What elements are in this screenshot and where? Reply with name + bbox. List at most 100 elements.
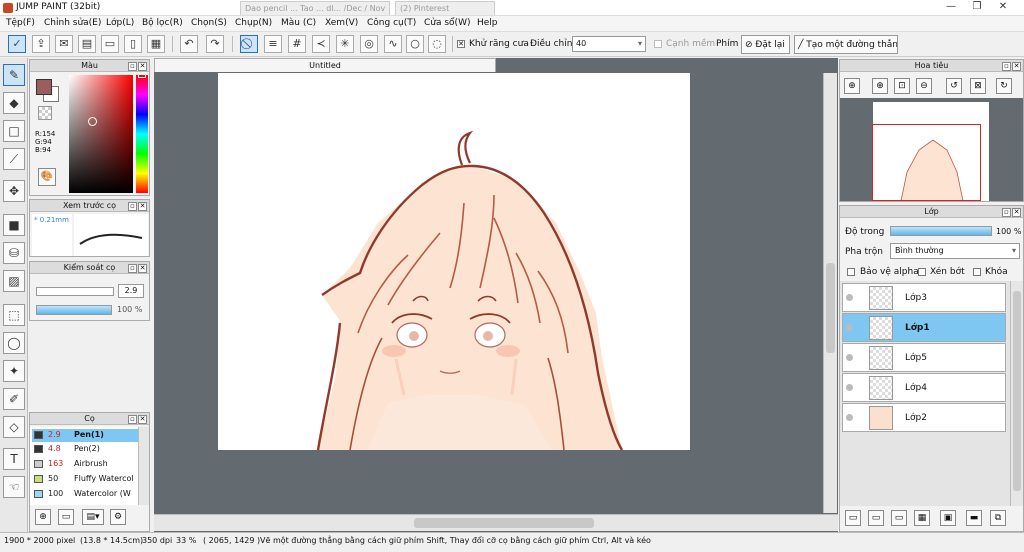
panel-float-icon[interactable]: ▫ — [128, 264, 137, 273]
soft-edge-checkbox[interactable] — [654, 39, 662, 49]
lasso-tool-icon[interactable]: ◯ — [3, 332, 25, 354]
panel-float-icon[interactable]: ▫ — [128, 415, 137, 424]
new-folder-icon[interactable]: ▬ — [966, 510, 982, 526]
menu-capture[interactable]: Chụp(N) — [235, 18, 272, 28]
panel-float-icon[interactable]: ▫ — [1002, 62, 1011, 71]
visibility-icon[interactable] — [846, 354, 853, 361]
move-tool-icon[interactable]: ✥ — [3, 180, 25, 202]
reset-button[interactable]: ⊘ Đặt lại — [741, 35, 790, 54]
layer-opacity-slider[interactable] — [890, 226, 992, 236]
line-tool-icon[interactable]: ⟋ — [3, 148, 25, 170]
ruler-off-icon[interactable]: ⃠ — [240, 35, 258, 53]
hand-tool-icon[interactable]: ☜ — [3, 476, 25, 498]
close-button[interactable]: ✕ — [992, 0, 1014, 14]
menu-tools[interactable]: Công cụ(T) — [367, 18, 416, 28]
maximize-button[interactable]: ❐ — [966, 0, 988, 14]
bucket-tool-icon[interactable]: ⛁ — [3, 242, 25, 264]
drawing-canvas[interactable] — [218, 73, 690, 450]
panel-close-icon[interactable]: ✕ — [138, 415, 147, 424]
canvas-horizontal-scrollbar[interactable] — [154, 514, 838, 531]
antialias-checkbox[interactable]: ✕ — [457, 39, 465, 49]
brush-list-scrollbar[interactable] — [138, 427, 149, 505]
menu-view[interactable]: Xem(V) — [325, 18, 358, 28]
new-halftone-layer-icon[interactable]: ▦ — [914, 510, 930, 526]
fill-rect-tool-icon[interactable]: ■ — [3, 214, 25, 236]
brush-size-slider[interactable] — [36, 287, 114, 296]
grid-ruler-icon[interactable]: # — [288, 35, 306, 53]
canvas-vertical-scroll-thumb[interactable] — [826, 263, 835, 353]
select-eraser-tool-icon[interactable]: ◇ — [3, 416, 25, 438]
message-icon[interactable]: ▤ — [78, 35, 96, 53]
zoom-fit-icon[interactable]: ⊕ — [844, 78, 860, 94]
layer-delete-icon[interactable]: ▣ — [940, 510, 956, 526]
visibility-icon[interactable] — [846, 294, 853, 301]
new-brush-icon[interactable]: ▭ — [58, 509, 74, 525]
brush-tool-icon[interactable]: ✎ — [3, 64, 25, 86]
transparent-color-swatch[interactable] — [38, 106, 52, 120]
saturation-value-picker[interactable] — [69, 75, 133, 193]
zoom-out-icon[interactable]: ⊖ — [916, 78, 932, 94]
canvas-vertical-scrollbar[interactable] — [823, 73, 837, 513]
ellipse-ruler-icon[interactable]: ○ — [406, 35, 424, 53]
gradient-tool-icon[interactable]: ▨ — [3, 270, 25, 292]
panel-close-icon[interactable]: ✕ — [1012, 62, 1021, 71]
grid-icon[interactable]: ▦ — [147, 35, 165, 53]
rotate-right-icon[interactable]: ↻ — [996, 78, 1012, 94]
panel-close-icon[interactable]: ✕ — [138, 62, 147, 71]
layer-row[interactable]: Lớp2 — [842, 403, 1006, 432]
circle-ruler-icon[interactable]: ◌ — [428, 35, 446, 53]
layer-row[interactable]: Lớp3 — [842, 283, 1006, 312]
adjust-select[interactable]: 40 ▾ — [572, 36, 646, 52]
hue-slider[interactable] — [136, 75, 148, 193]
minimize-button[interactable]: — — [940, 0, 962, 14]
lock-checkbox[interactable] — [973, 267, 981, 277]
rect-select-tool-icon[interactable]: ⬚ — [3, 304, 25, 326]
menu-select[interactable]: Chọn(S) — [191, 18, 227, 28]
layer-row[interactable]: Lớp1 — [842, 313, 1006, 342]
pen-mode-icon[interactable]: ✓ — [8, 35, 26, 53]
brush-item[interactable]: 2.9 Pen(1) — [32, 429, 138, 442]
navigator-preview[interactable] — [840, 98, 1023, 202]
visibility-icon[interactable] — [846, 414, 853, 421]
menu-file[interactable]: Tệp(F) — [6, 18, 35, 28]
brush-item[interactable]: 50 Fluffy Watercol — [32, 473, 138, 486]
panel-close-icon[interactable]: ✕ — [138, 264, 147, 273]
redo-icon[interactable]: ↷ — [206, 35, 224, 53]
hue-slider-handle[interactable] — [138, 74, 146, 78]
layer-row[interactable]: Lớp5 — [842, 343, 1006, 372]
panel-close-icon[interactable]: ✕ — [1012, 208, 1021, 217]
export-icon[interactable]: ⇪ — [32, 35, 50, 53]
brush-size-value[interactable]: 2.9 — [118, 284, 144, 298]
visibility-icon[interactable] — [846, 384, 853, 391]
actual-size-icon[interactable]: ⊡ — [894, 78, 910, 94]
visibility-icon[interactable] — [846, 324, 853, 331]
copy-layer-icon[interactable]: ⧉ — [990, 510, 1006, 526]
menu-edit[interactable]: Chỉnh sửa(E) — [44, 18, 101, 28]
panel-close-icon[interactable]: ✕ — [138, 202, 147, 211]
undo-icon[interactable]: ↶ — [180, 35, 198, 53]
blend-mode-select[interactable]: Bình thường ▾ — [890, 243, 1020, 259]
clip-checkbox[interactable] — [918, 267, 926, 277]
rectangle-tool-icon[interactable]: □ — [3, 120, 25, 142]
canvas-horizontal-scroll-thumb[interactable] — [414, 518, 594, 528]
brush-item[interactable]: 100 Watercolor (W — [32, 488, 138, 501]
curve-ruler-icon[interactable]: ∿ — [384, 35, 402, 53]
brush-settings-icon[interactable]: ⚙ — [110, 509, 126, 525]
panel-float-icon[interactable]: ▫ — [128, 202, 137, 211]
layer-list-scroll-thumb[interactable] — [1013, 291, 1021, 491]
straight-line-button[interactable]: ╱ Tạo một đường thẳng — [794, 35, 898, 54]
menu-window[interactable]: Cửa sổ(W) — [424, 18, 470, 28]
brush-add-icon[interactable]: ⊕ — [35, 509, 51, 525]
protect-alpha-checkbox[interactable] — [847, 267, 855, 277]
concentric-ruler-icon[interactable]: ◎ — [360, 35, 378, 53]
color-picker-cursor[interactable] — [88, 117, 97, 126]
comment-icon[interactable]: ✉ — [55, 35, 73, 53]
panel-float-icon[interactable]: ▫ — [128, 62, 137, 71]
navigator-viewport[interactable] — [872, 124, 981, 201]
rotate-left-icon[interactable]: ↺ — [946, 78, 962, 94]
new-layer-1bit-icon[interactable]: ▭ — [891, 510, 907, 526]
layer-list-scrollbar[interactable] — [1010, 281, 1023, 506]
panel-float-icon[interactable]: ▫ — [1002, 208, 1011, 217]
menu-filter[interactable]: Bộ lọc(R) — [142, 18, 183, 28]
select-pen-tool-icon[interactable]: ✐ — [3, 388, 25, 410]
